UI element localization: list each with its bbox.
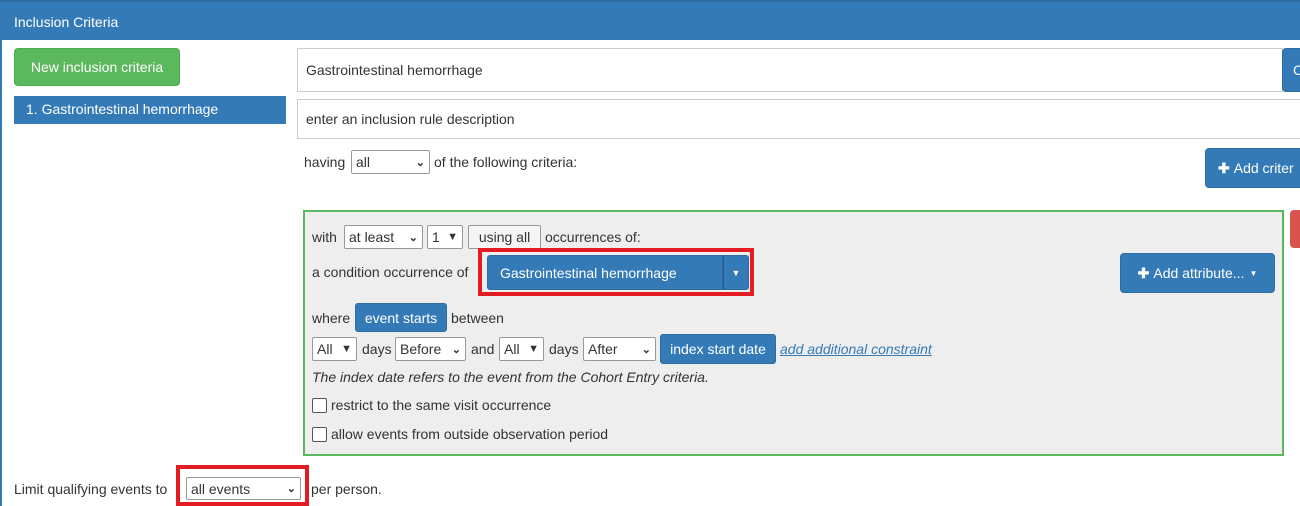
chevron-down-icon: ⌄ xyxy=(451,343,461,356)
having-select[interactable]: all ⌄ xyxy=(351,150,430,174)
chevron-down-icon: ⌄ xyxy=(641,343,651,356)
copy-rule-button[interactable]: C xyxy=(1282,48,1300,92)
index-date-note: The index date refers to the event from … xyxy=(312,369,709,385)
caret-down-icon: ▼ xyxy=(341,343,352,355)
restrict-visit-row: restrict to the same visit occurrence xyxy=(312,397,551,413)
plus-icon: ✚ xyxy=(1218,159,1230,176)
rule-name-value: Gastrointestinal hemorrhage xyxy=(306,62,483,78)
copy-rule-label: C xyxy=(1293,62,1300,78)
occurrences-label: occurrences of: xyxy=(545,229,641,245)
index-start-date-label: index start date xyxy=(670,341,766,357)
where-label: where xyxy=(312,310,351,326)
add-attribute-label: Add attribute... xyxy=(1153,265,1245,281)
sidebar-item-rule-1[interactable]: 1. Gastrointestinal hemorrhage xyxy=(14,96,286,124)
count-type-value: at least xyxy=(349,229,395,245)
event-starts-label: event starts xyxy=(364,309,438,326)
start-direction-select[interactable]: Before ⌄ xyxy=(395,337,466,361)
outside-observation-label: allow events from outside observation pe… xyxy=(331,426,609,442)
days-label: days xyxy=(549,341,579,357)
limit-suffix-label: per person. xyxy=(311,481,382,497)
between-label: between xyxy=(451,310,504,326)
sidebar-item-label: 1. Gastrointestinal hemorrhage xyxy=(26,101,219,117)
days-label: days xyxy=(362,341,392,357)
plus-icon: ✚ xyxy=(1137,264,1150,281)
and-label: and xyxy=(471,341,495,357)
end-days-select[interactable]: All ▼ xyxy=(499,337,544,361)
index-start-date-button[interactable]: index start date xyxy=(660,334,776,364)
panel-left-border xyxy=(0,40,2,506)
add-criteria-label: Add criter xyxy=(1233,160,1294,176)
limit-events-value: all events xyxy=(191,480,251,497)
new-inclusion-criteria-button[interactable]: New inclusion criteria xyxy=(14,48,180,86)
count-value: 1 xyxy=(432,229,440,245)
end-days-value: All xyxy=(504,341,520,357)
limit-events-select[interactable]: all events ⌄ xyxy=(186,477,301,500)
caret-down-icon: ▼ xyxy=(447,231,458,243)
rule-description-placeholder: enter an inclusion rule description xyxy=(306,111,515,127)
count-value-select[interactable]: 1 ▼ xyxy=(427,225,463,249)
rule-description-input[interactable]: enter an inclusion rule description xyxy=(297,99,1300,139)
event-starts-button[interactable]: event starts xyxy=(355,303,447,332)
chevron-down-icon: ⌄ xyxy=(408,231,418,244)
outside-observation-row: allow events from outside observation pe… xyxy=(312,426,608,442)
using-all-label: using all xyxy=(478,229,531,245)
caret-down-icon: ▼ xyxy=(1249,268,1258,278)
chevron-down-icon: ⌄ xyxy=(415,156,425,169)
count-type-select[interactable]: at least ⌄ xyxy=(344,225,423,249)
having-value: all xyxy=(356,154,371,170)
start-direction-value: Before xyxy=(400,341,442,357)
delete-criteria-button[interactable] xyxy=(1290,210,1300,248)
add-criteria-button[interactable]: ✚ Add criter xyxy=(1205,148,1300,188)
caret-down-icon: ▼ xyxy=(528,343,539,355)
using-all-button[interactable]: using all xyxy=(468,225,541,249)
end-direction-value: After xyxy=(588,341,618,357)
start-days-select[interactable]: All ▼ xyxy=(312,337,357,361)
concept-set-dropdown-toggle[interactable]: ▼ xyxy=(723,255,749,290)
with-label: with xyxy=(312,229,337,245)
new-inclusion-criteria-label: New inclusion criteria xyxy=(30,59,164,75)
chevron-down-icon: ⌄ xyxy=(286,483,296,495)
rule-name-input[interactable]: Gastrointestinal hemorrhage xyxy=(297,48,1283,92)
having-label: having xyxy=(304,154,346,170)
add-attribute-button[interactable]: ✚ Add attribute... ▼ xyxy=(1120,253,1275,293)
concept-set-button[interactable]: Gastrointestinal hemorrhage xyxy=(487,255,723,290)
concept-set-label: Gastrointestinal hemorrhage xyxy=(500,264,677,281)
restrict-visit-checkbox[interactable] xyxy=(312,397,327,413)
start-days-value: All xyxy=(317,341,333,357)
panel-title: Inclusion Criteria xyxy=(14,14,119,30)
add-additional-constraint-link[interactable]: add additional constraint xyxy=(780,341,932,357)
having-suffix-label: of the following criteria: xyxy=(434,154,578,170)
condition-label: a condition occurrence of xyxy=(312,264,469,280)
limit-prefix-label: Limit qualifying events to xyxy=(14,481,168,497)
restrict-visit-label: restrict to the same visit occurrence xyxy=(331,397,552,413)
panel-header: Inclusion Criteria xyxy=(0,0,1300,40)
caret-down-icon: ▼ xyxy=(731,267,741,278)
outside-observation-checkbox[interactable] xyxy=(312,426,327,442)
end-direction-select[interactable]: After ⌄ xyxy=(583,337,656,361)
